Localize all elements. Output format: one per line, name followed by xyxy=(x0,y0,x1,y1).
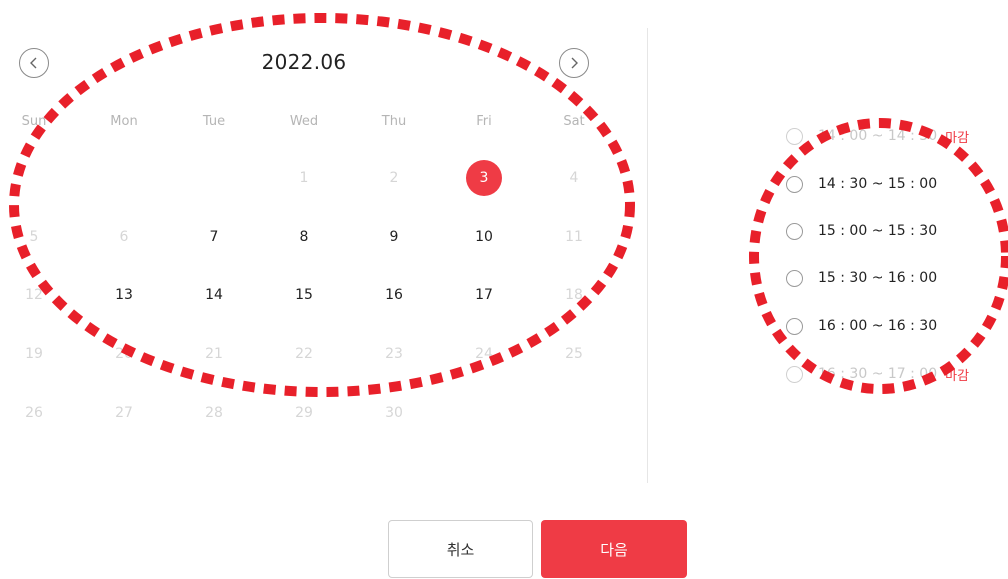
weekday-header: Sun Mon Tue Wed Thu Fri Sat xyxy=(0,114,620,134)
chevron-left-icon xyxy=(30,57,37,69)
calendar-day: 6 xyxy=(119,229,129,245)
weekday-label: Mon xyxy=(110,114,138,129)
calendar-day[interactable]: 8 xyxy=(284,227,324,247)
weekday-label: Sat xyxy=(563,114,585,129)
calendar-day: 1 xyxy=(299,170,309,186)
time-slot[interactable]: 15 : 00 ~ 15 : 30 xyxy=(786,221,937,241)
calendar-day: 21 xyxy=(205,346,223,362)
calendar-day: 4 xyxy=(569,170,579,186)
calendar-day[interactable]: 13 xyxy=(104,285,144,305)
time-slot-radio[interactable] xyxy=(786,269,803,287)
next-month-button[interactable] xyxy=(559,48,589,78)
selected-date[interactable]: 3 xyxy=(466,160,502,196)
calendar-day[interactable]: 10 xyxy=(464,227,504,247)
weekday-label: Fri xyxy=(476,114,492,129)
calendar-day: 26 xyxy=(25,405,43,421)
time-slot-label: 14 : 00 ~ 14 : 30 xyxy=(818,128,938,144)
calendar-day[interactable]: 7 xyxy=(194,227,234,247)
calendar-day[interactable]: 9 xyxy=(374,227,414,247)
chevron-right-icon xyxy=(571,57,578,69)
time-slot-label: 15 : 00 ~ 15 : 30 xyxy=(818,223,938,239)
time-slot: 16 : 30 ~ 17 : 00 마감 xyxy=(786,364,969,384)
calendar-day[interactable]: 16 xyxy=(374,285,414,305)
annotation-overlay xyxy=(9,13,1008,397)
time-slot-label: 14 : 30 ~ 15 : 00 xyxy=(818,176,938,192)
calendar-day[interactable]: 15 xyxy=(284,285,324,305)
time-slot[interactable]: 15 : 30 ~ 16 : 00 xyxy=(786,268,937,288)
calendar-day[interactable]: 14 xyxy=(194,285,234,305)
weekday-label: Tue xyxy=(202,114,226,129)
weekday-label: Wed xyxy=(289,114,319,129)
calendar-day: 5 xyxy=(29,229,39,245)
calendar-day[interactable]: 17 xyxy=(464,285,504,305)
timeslot-highlight-ellipse xyxy=(749,118,1008,394)
calendar-day: 25 xyxy=(565,346,583,362)
month-title: 2022.06 xyxy=(261,50,347,74)
time-slot-label: 15 : 30 ~ 16 : 00 xyxy=(818,270,938,286)
next-button[interactable]: 다음 xyxy=(541,520,687,578)
time-slot-label: 16 : 00 ~ 16 : 30 xyxy=(818,318,938,334)
time-slot-label: 16 : 30 ~ 17 : 00 xyxy=(818,366,938,382)
calendar-day: 23 xyxy=(385,346,403,362)
time-slot[interactable]: 14 : 30 ~ 15 : 00 xyxy=(786,174,937,194)
closed-badge: 마감 xyxy=(945,368,970,384)
time-slot: 14 : 00 ~ 14 : 30 마감 xyxy=(786,126,969,146)
weekday-label: Sun xyxy=(21,114,47,129)
calendar-day: 18 xyxy=(565,287,583,303)
calendar-day: 28 xyxy=(205,405,223,421)
time-slot-radio[interactable] xyxy=(786,222,803,240)
calendar-day: 27 xyxy=(115,405,133,421)
closed-badge: 마감 xyxy=(945,130,970,146)
calendar-day: 29 xyxy=(295,405,313,421)
calendar-day: 2 xyxy=(389,170,399,186)
time-slot[interactable]: 16 : 00 ~ 16 : 30 xyxy=(786,316,937,336)
time-slot-radio xyxy=(786,365,803,383)
calendar-day: 12 xyxy=(25,287,43,303)
calendar-day: 22 xyxy=(295,346,313,362)
time-slot-radio[interactable] xyxy=(786,175,803,193)
panel-divider xyxy=(647,28,648,483)
calendar-day: 24 xyxy=(475,346,493,362)
calendar-day: 30 xyxy=(385,405,403,421)
prev-month-button[interactable] xyxy=(19,48,49,78)
calendar-day: 20 xyxy=(115,346,133,362)
calendar-highlight-ellipse xyxy=(9,13,635,397)
cancel-button[interactable]: 취소 xyxy=(388,520,533,578)
calendar-day: 19 xyxy=(25,346,43,362)
time-slot-radio[interactable] xyxy=(786,317,803,335)
time-slot-radio xyxy=(786,127,803,145)
weekday-label: Thu xyxy=(381,114,407,129)
calendar-day: 11 xyxy=(565,229,583,245)
